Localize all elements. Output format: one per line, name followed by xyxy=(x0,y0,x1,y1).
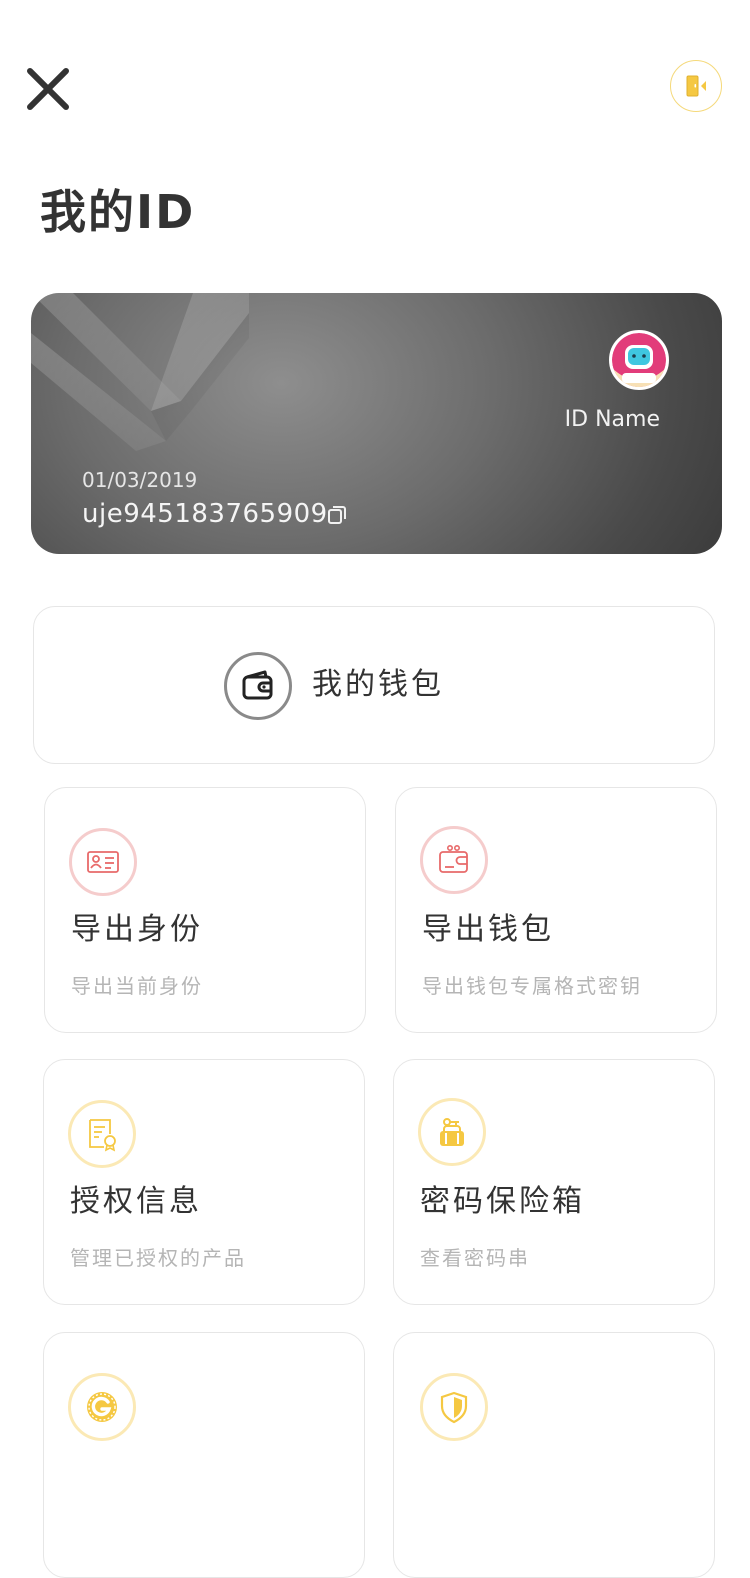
id-number: uje945183765909 xyxy=(82,499,328,529)
my-wallet-label: 我的钱包 xyxy=(312,667,444,702)
authorization-info-button[interactable]: 授权信息 管理已授权的产品 xyxy=(43,1059,365,1305)
tile-title: 授权信息 xyxy=(70,1184,202,1219)
tile-title: 导出身份 xyxy=(71,912,203,947)
close-icon xyxy=(27,68,69,110)
astronaut-avatar xyxy=(612,333,666,387)
tile-subtitle: 导出当前身份 xyxy=(71,974,203,998)
id-date: 01/03/2019 xyxy=(82,468,198,492)
key-lock-icon xyxy=(418,1098,486,1166)
tile-subtitle: 导出钱包专属格式密钥 xyxy=(422,974,642,998)
export-wallet-button[interactable]: 导出钱包 导出钱包专属格式密钥 xyxy=(395,787,717,1033)
certificate-icon xyxy=(68,1100,136,1168)
my-wallet-button[interactable]: 我的钱包 xyxy=(33,606,715,764)
g-coin-button[interactable] xyxy=(43,1332,365,1578)
tile-title: 导出钱包 xyxy=(422,912,554,947)
tile-subtitle: 查看密码串 xyxy=(420,1246,530,1270)
logout-button[interactable] xyxy=(670,60,722,112)
id-name: ID Name xyxy=(564,407,660,432)
export-identity-button[interactable]: 导出身份 导出当前身份 xyxy=(44,787,366,1033)
security-button[interactable] xyxy=(393,1332,715,1578)
id-card: ID Name 01/03/2019 uje945183765909 xyxy=(31,293,722,554)
tile-subtitle: 管理已授权的产品 xyxy=(70,1246,246,1270)
wallet-export-icon xyxy=(420,826,488,894)
g-coin-icon xyxy=(68,1373,136,1441)
avatar[interactable] xyxy=(609,330,669,390)
password-vault-button[interactable]: 密码保险箱 查看密码串 xyxy=(393,1059,715,1305)
id-card-icon xyxy=(69,828,137,896)
wallet-icon xyxy=(224,652,292,720)
close-button[interactable] xyxy=(22,63,74,115)
page-title: 我的ID xyxy=(40,185,196,239)
copy-icon[interactable] xyxy=(325,503,349,527)
door-exit-icon xyxy=(686,75,706,97)
shield-icon xyxy=(420,1373,488,1441)
tile-title: 密码保险箱 xyxy=(420,1184,585,1219)
